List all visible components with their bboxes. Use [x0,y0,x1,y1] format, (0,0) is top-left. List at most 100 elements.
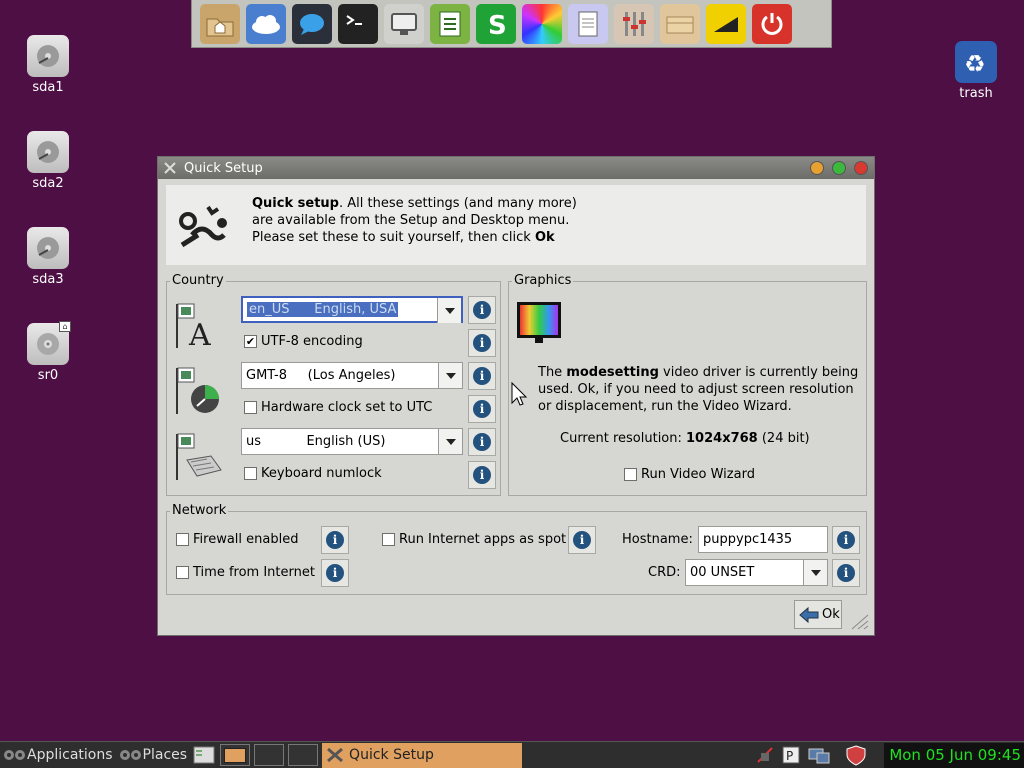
checkbox-box[interactable] [176,533,189,546]
country-group: Country A en_US English, USA i ✔ UTF-8 e… [166,273,501,496]
current-resolution: Current resolution: 1024x768 (24 bit) [560,431,810,446]
folder-icon[interactable] [660,3,700,44]
drive-label: sda3 [32,272,64,287]
checkbox-box[interactable] [244,401,257,414]
cloud-icon[interactable] [246,3,286,44]
show-desktop-button[interactable] [190,742,218,768]
workspace-3[interactable] [286,742,320,768]
resize-grip-icon[interactable] [850,613,870,631]
drive-label: sda1 [32,80,64,95]
text-file-icon[interactable] [568,3,608,44]
monitor-icon[interactable] [384,3,424,44]
drive-label: sr0 [37,368,59,383]
chevron-down-icon[interactable] [803,560,827,585]
hwclock-checkbox[interactable]: Hardware clock set to UTC [244,400,432,415]
firewall-shield-icon[interactable] [842,742,870,768]
firewall-checkbox[interactable]: Firewall enabled [176,532,298,547]
task-quick-setup[interactable]: Quick Setup [322,742,523,768]
drive-sda2[interactable]: sda2 [16,131,80,191]
info-icon: i [473,433,491,451]
firewall-info-button[interactable]: i [321,526,349,554]
graphics-group-label: Graphics [512,273,574,288]
network-off-icon[interactable] [752,742,778,768]
checkbox-box[interactable] [244,467,257,480]
terminal-icon[interactable] [338,3,378,44]
close-button[interactable] [854,161,868,175]
workspace-2[interactable] [252,742,286,768]
taskbar: Applications Places Quick Setup P Mon 05… [0,741,1024,768]
minimize-button[interactable] [810,161,824,175]
monitor-icon [517,302,561,343]
drive-label: sda2 [32,176,64,191]
utf8-info-button[interactable]: i [468,329,496,357]
intro-text: Quick setup. All these settings (and man… [252,196,577,245]
info-icon: i [473,367,491,385]
utf8-checkbox[interactable]: ✔ UTF-8 encoding [244,334,363,349]
chevron-down-icon[interactable] [438,429,462,454]
gears-icon [4,750,25,760]
workspace-1[interactable] [218,742,252,768]
info-icon: i [573,531,591,549]
checkbox-box[interactable]: ✔ [244,335,257,348]
chevron-down-icon[interactable] [437,298,461,323]
clock[interactable]: Mon 05 Jun 09:45 [884,742,1024,768]
locale-info-button[interactable]: i [468,296,496,324]
checkbox-box[interactable] [382,533,395,546]
info-icon: i [837,531,855,549]
monitor-tray-icon[interactable] [804,742,834,768]
info-icon: i [837,564,855,582]
home-folder-icon[interactable] [200,3,240,44]
crd-info-button[interactable]: i [832,559,860,587]
time-internet-checkbox[interactable]: Time from Internet [176,565,315,580]
power-icon[interactable] [752,3,792,44]
optical-drive-icon: ⌂ [27,321,71,365]
video-wizard-checkbox[interactable]: Run Video Wizard [624,467,755,482]
drive-sda3[interactable]: sda3 [16,227,80,287]
time-internet-info-button[interactable]: i [321,559,349,587]
trash[interactable]: ♻ trash [944,41,1008,101]
locale-select[interactable]: en_US English, USA [241,296,463,323]
graphics-group: Graphics The modesetting video driver is… [508,273,867,496]
keyboard-info-button[interactable]: i [468,428,496,456]
spot-info-button[interactable]: i [568,526,596,554]
hard-drive-icon [27,35,69,77]
crd-select[interactable]: 00 UNSET [685,559,828,586]
timezone-select[interactable]: GMT-8 (Los Angeles) [241,362,463,389]
drive-sda1[interactable]: sda1 [16,35,80,95]
mouse-cursor-icon [511,381,528,406]
spot-checkbox[interactable]: Run Internet apps as spot [382,532,566,547]
timezone-info-button[interactable]: i [468,362,496,390]
hostname-info-button[interactable]: i [832,526,860,554]
hwclock-info-button[interactable]: i [468,395,496,423]
workspace-window-thumb [224,747,247,763]
recycle-icon: ♻ [955,41,997,83]
ok-button[interactable]: Ok [794,600,842,629]
color-wheel-icon[interactable] [522,3,562,44]
spreadsheet-icon[interactable]: S [476,3,516,44]
checkbox-box[interactable] [624,468,637,481]
parcel-icon[interactable]: P [778,742,804,768]
places-menu[interactable]: Places [116,742,191,768]
numlock-checkbox[interactable]: Keyboard numlock [244,466,382,481]
mixer-icon[interactable] [614,3,654,44]
maximize-button[interactable] [832,161,846,175]
hostname-input[interactable]: puppypc1435 [698,526,828,553]
keyboard-select[interactable]: us English (US) [241,428,463,455]
country-group-label: Country [170,273,226,288]
locale-flag-icon: A [176,303,211,350]
checkbox-box[interactable] [176,566,189,579]
chat-icon[interactable] [292,3,332,44]
window-titlebar[interactable]: Quick Setup [158,157,874,179]
applications-menu[interactable]: Applications [0,742,116,768]
numlock-info-button[interactable]: i [468,461,496,489]
chevron-down-icon[interactable] [438,363,462,388]
document-icon[interactable] [430,3,470,44]
signal-icon[interactable] [706,3,746,44]
crd-label: CRD: [648,565,681,580]
gears-icon [119,750,141,760]
keyboard-flag-icon [176,433,222,480]
hostname-label: Hostname: [622,532,693,547]
info-icon: i [473,301,491,319]
driver-description: The modesetting video driver is currentl… [538,365,859,414]
drive-sr0[interactable]: ⌂ sr0 [16,321,80,383]
